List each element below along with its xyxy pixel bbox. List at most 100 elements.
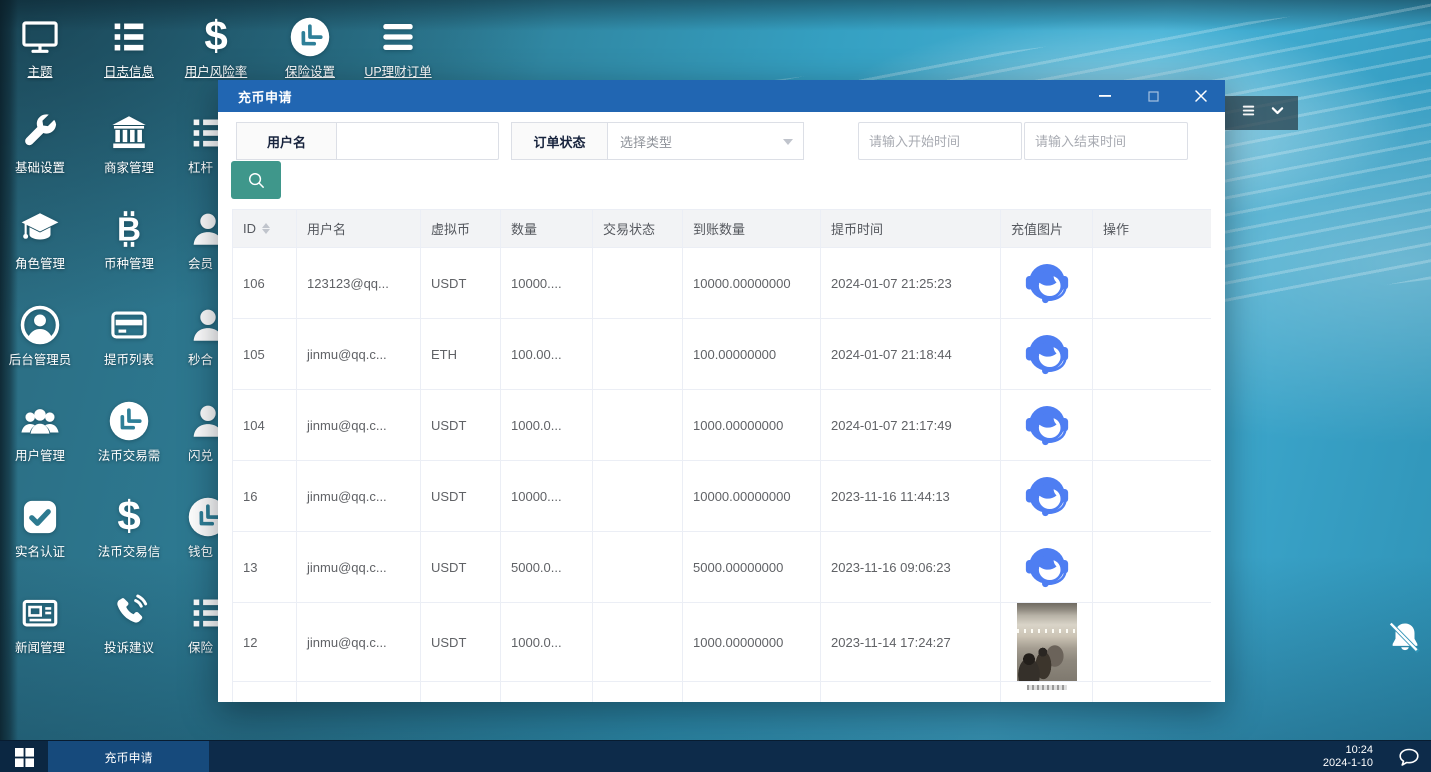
chevron-down-icon[interactable] bbox=[1269, 102, 1286, 124]
cell-recharge-image bbox=[1001, 682, 1093, 703]
desktop-icon-17[interactable]: 实名认证 bbox=[0, 492, 80, 560]
table-row-partial bbox=[233, 682, 1212, 703]
cell-coin: ETH bbox=[421, 319, 501, 390]
desktop-icon-label: 主题 bbox=[0, 65, 80, 80]
column-header-label: ID bbox=[243, 221, 256, 236]
desktop-icon-label: UP理财订单 bbox=[358, 65, 438, 80]
graduation-cap-icon bbox=[0, 204, 80, 250]
desktop-icon-20[interactable]: 新闻管理 bbox=[0, 588, 80, 656]
cell-recharge-image bbox=[1001, 461, 1093, 532]
column-header-6: 提币时间 bbox=[821, 210, 1001, 248]
menu-icon[interactable] bbox=[1240, 102, 1257, 124]
cell-id: 16 bbox=[233, 461, 297, 532]
cell-username: jinmu@qq.c... bbox=[297, 532, 421, 603]
close-button[interactable] bbox=[1177, 80, 1225, 112]
username-input[interactable] bbox=[336, 122, 499, 160]
column-header-3: 数量 bbox=[501, 210, 593, 248]
table-row: 12jinmu@qq.c...USDT1000.0...1000.0000000… bbox=[233, 603, 1212, 682]
coin-logo-icon bbox=[89, 396, 169, 442]
desktop-icon-3[interactable]: 保险设置 bbox=[270, 12, 350, 80]
minimize-button[interactable] bbox=[1081, 80, 1129, 112]
menu-icon bbox=[358, 12, 438, 58]
desktop-icon-1[interactable]: 日志信息 bbox=[89, 12, 169, 80]
dollar-icon: $ bbox=[89, 492, 169, 538]
cell-coin: USDT bbox=[421, 248, 501, 319]
desktop-icon-6[interactable]: 商家管理 bbox=[89, 108, 169, 176]
taskbar-clock: 10:24 2024-1-10 bbox=[1323, 744, 1373, 770]
search-button[interactable] bbox=[231, 161, 281, 199]
desktop-icon-9[interactable]: B 币种管理 bbox=[89, 204, 169, 272]
taskbar-task-deposit-request[interactable]: 充币申请 bbox=[48, 741, 209, 772]
customer-service-avatar-icon[interactable] bbox=[1021, 470, 1073, 522]
cell-status bbox=[593, 532, 683, 603]
desktop-icon-18[interactable]: $ 法币交易信 bbox=[89, 492, 169, 560]
desktop-icon-12[interactable]: 提币列表 bbox=[89, 300, 169, 368]
cell-time: 2024-01-07 21:17:49 bbox=[821, 390, 1001, 461]
customer-service-avatar-icon[interactable] bbox=[1021, 541, 1073, 593]
cell-action bbox=[1093, 319, 1212, 390]
cell bbox=[421, 682, 501, 703]
order-status-select[interactable]: 选择类型 bbox=[607, 122, 804, 160]
cell bbox=[683, 682, 821, 703]
desktop-icon-11[interactable]: 后台管理员 bbox=[0, 300, 80, 368]
desktop-icon-2[interactable]: $用户风险率 bbox=[176, 12, 256, 80]
recharge-photo-thumbnail[interactable] bbox=[1027, 685, 1067, 690]
desktop-icon-0[interactable]: 主题 bbox=[0, 12, 80, 80]
phone-icon bbox=[89, 588, 169, 634]
cell-recharge-image bbox=[1001, 390, 1093, 461]
start-time-input[interactable] bbox=[858, 122, 1022, 160]
window-titlebar[interactable]: 充币申请 bbox=[218, 80, 1225, 112]
end-time-input[interactable] bbox=[1024, 122, 1188, 160]
desktop-icon-15[interactable]: 法币交易需 bbox=[89, 396, 169, 464]
svg-text:B: B bbox=[117, 212, 141, 249]
cell-coin: USDT bbox=[421, 532, 501, 603]
cell-status bbox=[593, 603, 683, 682]
column-header-7: 充值图片 bbox=[1001, 210, 1093, 248]
column-header-label: 到账数量 bbox=[693, 222, 745, 237]
cell-action bbox=[1093, 390, 1212, 461]
customer-service-avatar-icon[interactable] bbox=[1021, 328, 1073, 380]
table-header-row: ID用户名虚拟币数量交易状态到账数量提币时间充值图片操作 bbox=[233, 210, 1212, 248]
start-button[interactable] bbox=[0, 741, 48, 772]
sort-caret-icon[interactable] bbox=[262, 223, 270, 234]
desktop-icon-21[interactable]: 投诉建议 bbox=[89, 588, 169, 656]
cell bbox=[821, 682, 1001, 703]
cell-amount: 100.00... bbox=[501, 319, 593, 390]
cell-arrival: 1000.00000000 bbox=[683, 390, 821, 461]
cell bbox=[593, 682, 683, 703]
desktop-icon-label: 实名认证 bbox=[0, 545, 80, 560]
desktop-icon-label: 商家管理 bbox=[89, 161, 169, 176]
desktop-icon-4[interactable]: UP理财订单 bbox=[358, 12, 438, 80]
recharge-photo-thumbnail[interactable] bbox=[1017, 603, 1077, 681]
column-header-label: 数量 bbox=[511, 222, 537, 237]
cell-coin: USDT bbox=[421, 461, 501, 532]
cell-id: 12 bbox=[233, 603, 297, 682]
cell-amount: 1000.0... bbox=[501, 603, 593, 682]
desktop-icon-14[interactable]: 用户管理 bbox=[0, 396, 80, 464]
maximize-button[interactable] bbox=[1129, 80, 1177, 112]
desktop-icon-label: 保险设置 bbox=[270, 65, 350, 80]
desktop-icon-5[interactable]: 基础设置 bbox=[0, 108, 80, 176]
notifications-muted-bell-icon[interactable] bbox=[1386, 618, 1424, 662]
desktop-icon-label: 币种管理 bbox=[89, 257, 169, 272]
cell-amount: 1000.0... bbox=[501, 390, 593, 461]
cell-time: 2023-11-16 11:44:13 bbox=[821, 461, 1001, 532]
search-icon bbox=[246, 170, 267, 191]
column-header-label: 充值图片 bbox=[1011, 222, 1063, 237]
desktop-icon-label: 法币交易信 bbox=[89, 545, 169, 560]
chat-bubble-icon[interactable] bbox=[1397, 745, 1421, 769]
customer-service-avatar-icon[interactable] bbox=[1021, 257, 1073, 309]
customer-service-avatar-icon[interactable] bbox=[1021, 399, 1073, 451]
column-header-label: 操作 bbox=[1103, 222, 1129, 237]
cell-username: jinmu@qq.c... bbox=[297, 390, 421, 461]
wrench-icon bbox=[0, 108, 80, 154]
cell-time: 2024-01-07 21:25:23 bbox=[821, 248, 1001, 319]
user-circle-icon bbox=[0, 300, 80, 346]
clock-date: 2024-1-10 bbox=[1323, 757, 1373, 770]
order-status-select-value: 选择类型 bbox=[620, 132, 672, 151]
desktop-icon-label: 用户管理 bbox=[0, 449, 80, 464]
deposit-table-container: ID用户名虚拟币数量交易状态到账数量提币时间充值图片操作 106123123@q… bbox=[232, 209, 1211, 702]
desktop-icon-8[interactable]: 角色管理 bbox=[0, 204, 80, 272]
cell-status bbox=[593, 390, 683, 461]
column-header-0: ID bbox=[233, 210, 297, 248]
